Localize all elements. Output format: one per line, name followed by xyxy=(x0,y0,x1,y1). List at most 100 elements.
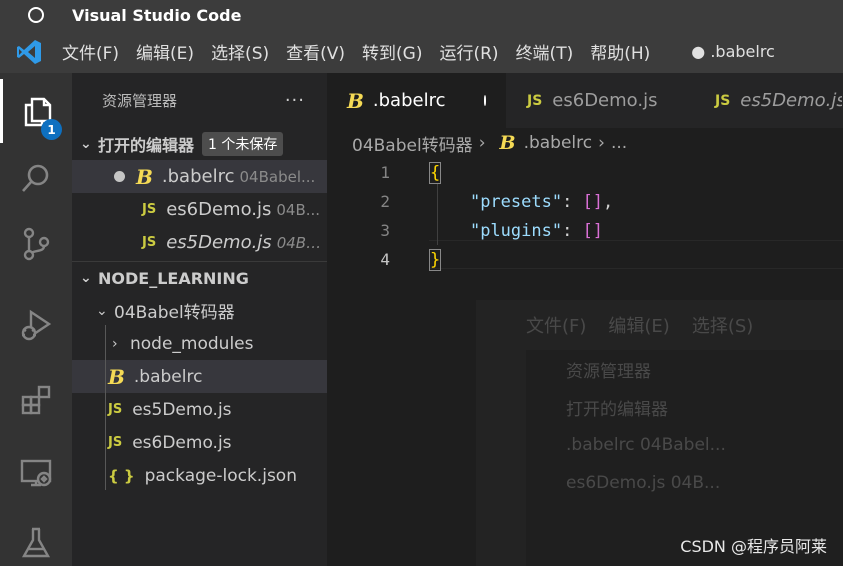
js-file-icon: JS xyxy=(527,92,543,109)
explorer-badge: 1 xyxy=(41,119,62,140)
sidebar-header: 资源管理器 ··· xyxy=(72,73,327,128)
project-title: NODE_LEARNING xyxy=(98,268,249,288)
tab-es5demo[interactable]: JS es5Demo.js xyxy=(695,73,843,128)
folder-node-modules[interactable]: › node_modules xyxy=(72,327,327,360)
open-editor-name: .babelrc xyxy=(161,166,235,187)
line-number: 4 xyxy=(380,250,390,269)
open-editor-path: 04Ba... xyxy=(276,233,327,252)
json-brace: } xyxy=(429,248,442,271)
json-colon: : xyxy=(562,220,583,241)
code-line[interactable]: 1 { xyxy=(327,158,843,187)
line-number: 1 xyxy=(380,163,390,182)
watermark: CSDN @程序员阿莱 xyxy=(680,537,827,556)
json-key: "plugins" xyxy=(469,220,563,241)
search-icon[interactable] xyxy=(0,147,72,211)
more-actions-icon[interactable]: ··· xyxy=(285,90,305,111)
source-control-icon[interactable] xyxy=(0,212,72,276)
title-bar: Visual Studio Code xyxy=(0,0,843,30)
tab-label: es5Demo.js xyxy=(740,90,843,111)
menu-selection[interactable]: 选择(S) xyxy=(211,39,269,64)
chevron-down-icon: ⌄ xyxy=(96,302,108,319)
editor-area: B .babelrc JS es6Demo.js JS es5Demo.js 0… xyxy=(327,73,843,566)
babel-file-icon: B xyxy=(347,88,364,113)
window-control-icon[interactable] xyxy=(28,7,44,23)
open-editor-path: 04B... xyxy=(276,200,321,219)
js-file-icon: JS xyxy=(142,202,157,217)
explorer-icon[interactable]: 1 xyxy=(0,79,72,143)
unsaved-badge: 1 个未保存 xyxy=(202,132,284,156)
menu-file[interactable]: 文件(F) xyxy=(62,39,119,64)
code-line[interactable]: 2 "presets": [], xyxy=(327,187,843,216)
babel-file-icon: B xyxy=(108,364,125,389)
open-editor-babelrc[interactable]: B .babelrc 04Babel... xyxy=(72,160,327,193)
window-file-title: ● .babelrc xyxy=(691,42,775,61)
explorer-sidebar: 资源管理器 ··· ⌄ 打开的编辑器 1 个未保存 B .babelrc 04B… xyxy=(72,73,327,566)
json-file-icon: { } xyxy=(108,466,135,485)
editor-tabs: B .babelrc JS es6Demo.js JS es5Demo.js xyxy=(327,73,843,128)
window-title: Visual Studio Code xyxy=(72,5,242,25)
file-package-lock[interactable]: { } package-lock.json xyxy=(72,459,327,492)
chevron-down-icon: ⌄ xyxy=(80,270,92,286)
babel-file-icon: B xyxy=(499,132,516,154)
open-editors-title: 打开的编辑器 xyxy=(98,136,195,155)
code-line[interactable]: 3 "plugins": [] xyxy=(327,216,843,245)
json-colon: : xyxy=(562,191,583,212)
menu-terminal[interactable]: 终端(T) xyxy=(516,39,574,64)
breadcrumb-file[interactable]: .babelrc xyxy=(524,133,593,153)
open-editor-es5demo[interactable]: JS es5Demo.js 04Ba... xyxy=(72,226,327,259)
code-text: { xyxy=(429,161,442,184)
open-editors-section[interactable]: ⌄ 打开的编辑器 1 个未保存 xyxy=(72,128,327,160)
js-file-icon: JS xyxy=(108,435,123,450)
js-file-icon: JS xyxy=(142,235,157,250)
line-number: 3 xyxy=(380,221,390,240)
folder-babel[interactable]: ⌄ 04Babel转码器 xyxy=(72,294,327,327)
breadcrumb-ellipsis[interactable]: ... xyxy=(611,133,627,153)
json-comma: , xyxy=(603,191,614,212)
tree-indent-guide xyxy=(105,325,106,490)
open-editor-name: es5Demo.js xyxy=(166,232,272,253)
unsaved-dot-icon[interactable] xyxy=(114,171,125,182)
menu-go[interactable]: 转到(G) xyxy=(362,39,422,64)
run-debug-icon[interactable] xyxy=(0,293,72,357)
remote-explorer-icon[interactable] xyxy=(0,441,72,505)
tab-label: es6Demo.js xyxy=(552,90,658,111)
json-array: [] xyxy=(582,220,604,241)
project-section[interactable]: ⌄ NODE_LEARNING xyxy=(72,262,327,294)
file-es5demo[interactable]: JS es5Demo.js xyxy=(72,393,327,426)
file-babelrc[interactable]: B .babelrc xyxy=(72,360,327,393)
menu-view[interactable]: 查看(V) xyxy=(286,39,345,64)
file-name: es5Demo.js xyxy=(132,399,232,420)
extensions-icon[interactable] xyxy=(0,368,72,432)
menu-bar: 文件(F) 编辑(E) 选择(S) 查看(V) 转到(G) 运行(R) 终端(T… xyxy=(0,30,843,73)
open-editor-es6demo[interactable]: JS es6Demo.js 04B... xyxy=(72,193,327,226)
code-editor[interactable]: 1 { 2 "presets": [], 3 "plugins": [] 4 } xyxy=(327,158,843,278)
unsaved-dot-icon[interactable] xyxy=(483,95,486,106)
json-array: [] xyxy=(582,191,604,212)
activity-bar: 1 xyxy=(0,73,72,566)
file-es6demo[interactable]: JS es6Demo.js xyxy=(72,426,327,459)
breadcrumb-folder[interactable]: 04Babel转码器 xyxy=(352,131,473,156)
code-text: "presets": [], xyxy=(429,192,613,212)
menu-run[interactable]: 运行(R) xyxy=(439,39,498,64)
folder-name: 04Babel转码器 xyxy=(114,303,235,323)
tab-label: .babelrc xyxy=(372,90,446,111)
code-line[interactable]: 4 } xyxy=(327,245,843,274)
line-number: 2 xyxy=(380,192,390,211)
json-brace: { xyxy=(429,161,442,184)
testing-flask-icon[interactable] xyxy=(0,511,72,566)
menu-edit[interactable]: 编辑(E) xyxy=(136,39,194,64)
vscode-logo-icon xyxy=(17,39,41,64)
code-text: "plugins": [] xyxy=(429,221,603,241)
menu-help[interactable]: 帮助(H) xyxy=(590,39,650,64)
js-file-icon: JS xyxy=(715,92,731,109)
open-editor-path: 04Babel... xyxy=(239,167,316,186)
chevron-down-icon: ⌄ xyxy=(80,136,92,152)
tab-babelrc[interactable]: B .babelrc xyxy=(327,73,507,128)
file-name: .babelrc xyxy=(133,366,203,387)
breadcrumb: 04Babel转码器 › B .babelrc › ... xyxy=(327,128,843,158)
file-name: es6Demo.js xyxy=(132,432,232,453)
tab-es6demo[interactable]: JS es6Demo.js xyxy=(507,73,695,128)
chevron-right-icon: › xyxy=(598,133,605,153)
json-key: "presets" xyxy=(469,191,563,212)
file-name: package-lock.json xyxy=(144,465,297,486)
